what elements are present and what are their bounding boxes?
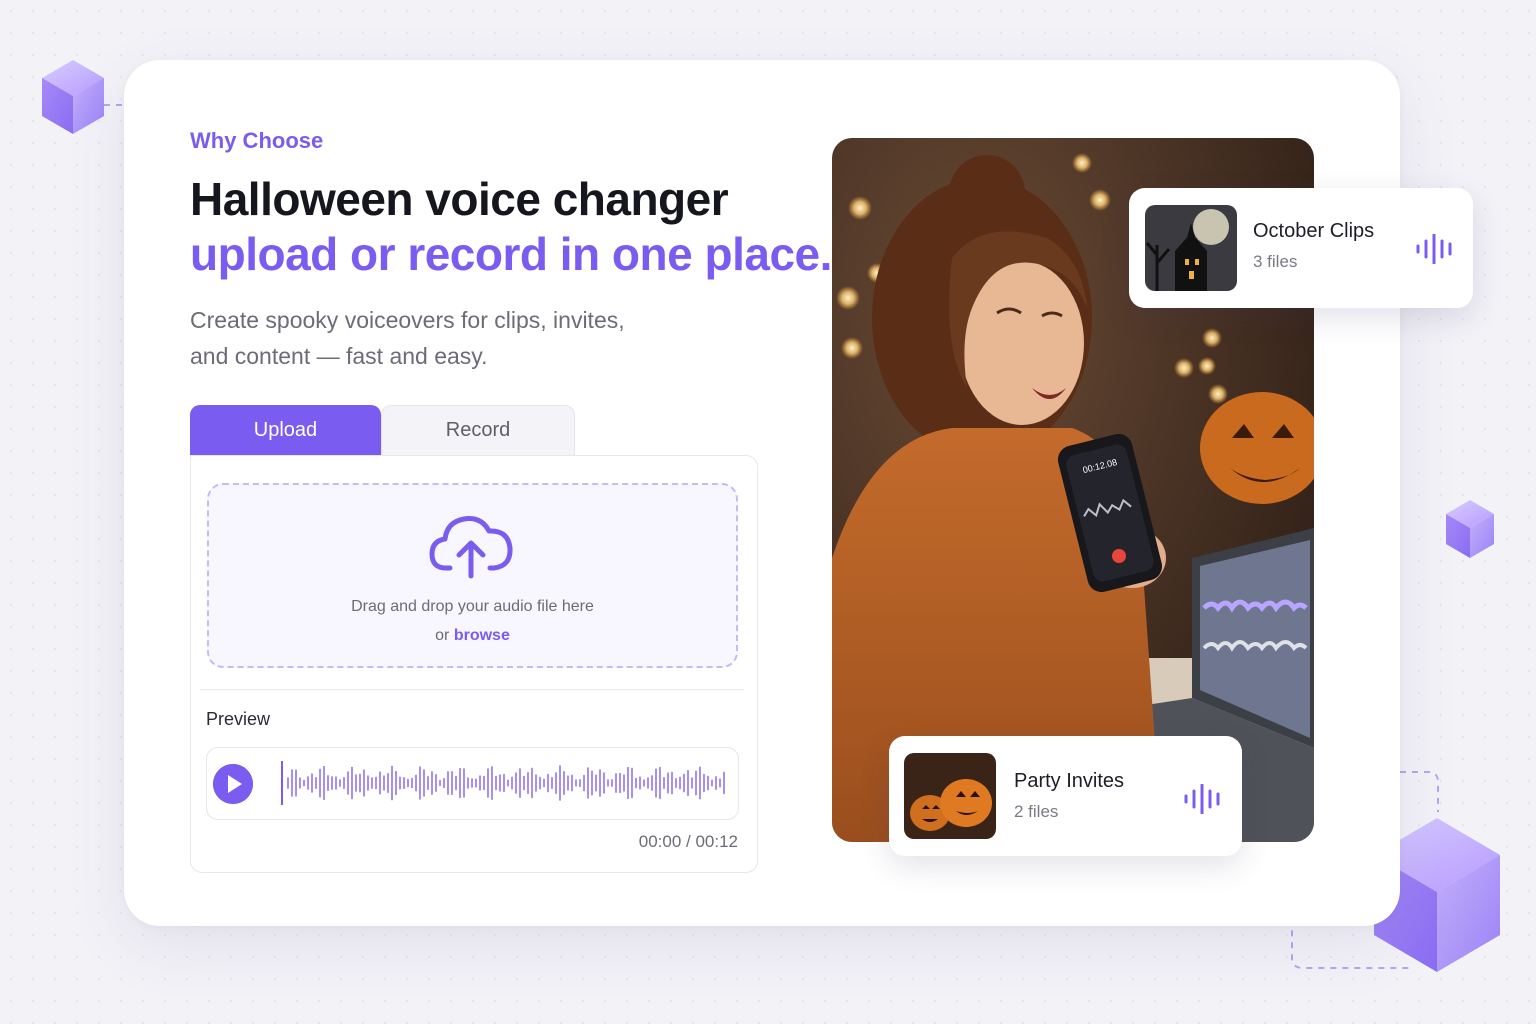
- dropzone-instructions: Drag and drop your audio file here: [351, 598, 594, 615]
- subtitle-line1: Create spooky voiceovers for clips, invi…: [190, 307, 625, 333]
- play-button[interactable]: [213, 764, 253, 804]
- panel-divider: [200, 689, 744, 690]
- subtitle-line2: and content — fast and easy.: [190, 343, 488, 369]
- tab-record[interactable]: Record: [381, 405, 575, 455]
- cube-top-left: [42, 60, 104, 134]
- cube-right-small: [1446, 500, 1494, 558]
- eyebrow-label: Why Choose: [190, 128, 324, 153]
- playback-time: 00:00 / 00:12: [638, 832, 738, 851]
- haunted-house-thumbnail: [1145, 205, 1237, 291]
- tab-upload[interactable]: Upload: [190, 405, 381, 455]
- october-clips-title: October Clips: [1253, 220, 1375, 242]
- party-invites-count: 2 files: [1014, 802, 1059, 821]
- headline-line1: Halloween voice changer: [190, 173, 729, 225]
- audio-bars-icon: [1416, 234, 1452, 264]
- october-clips-card[interactable]: October Clips 3 files: [1129, 188, 1473, 308]
- headline-line2: upload or record in one place.: [190, 228, 832, 280]
- subtitle: Create spooky voiceovers for clips, invi…: [190, 302, 710, 374]
- party-invites-title: Party Invites: [1014, 770, 1125, 792]
- audio-bars-icon: [1184, 784, 1220, 814]
- party-invites-card[interactable]: Party Invites 2 files: [889, 736, 1242, 856]
- october-clips-count: 3 files: [1253, 252, 1298, 271]
- pumpkins-thumbnail: [904, 753, 996, 839]
- cloud-upload-icon: [429, 516, 513, 579]
- preview-label: Preview: [206, 709, 271, 729]
- audio-waveform[interactable]: [280, 760, 732, 806]
- browse-link[interactable]: browse: [454, 627, 510, 644]
- or-text: or: [435, 627, 450, 644]
- dropzone-browse-line: or browse: [207, 627, 738, 645]
